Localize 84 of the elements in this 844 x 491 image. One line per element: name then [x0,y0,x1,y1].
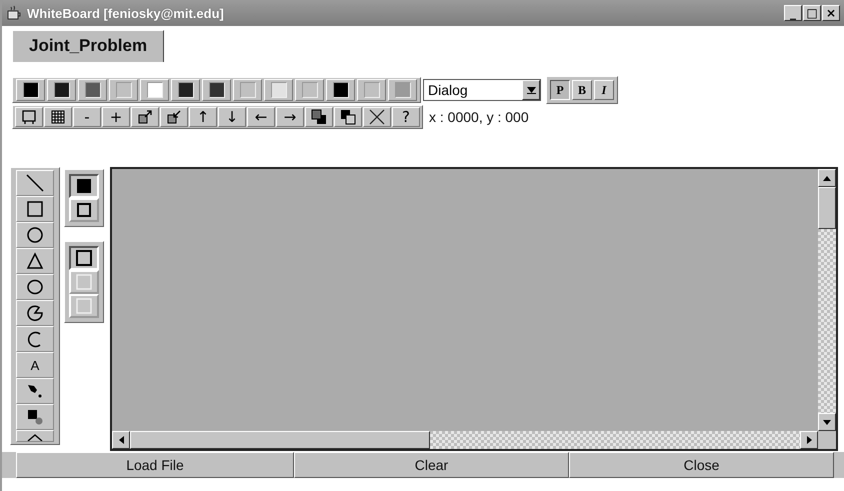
color-swatch[interactable] [78,79,107,101]
toolbar-button[interactable] [305,107,333,127]
square-icon [76,274,92,290]
shape-tool-button[interactable] [16,378,54,404]
color-swatch[interactable] [326,79,355,101]
triangle-icon [26,252,44,270]
close-button[interactable]: × [822,5,840,21]
action-button[interactable]: Load File [16,452,294,478]
filled-square-icon [77,179,91,193]
shape-tool-button[interactable] [16,274,54,300]
toolbar-button[interactable] [44,107,72,127]
font-style-button[interactable]: I [594,80,614,100]
toolbar-button[interactable]: + [102,107,130,127]
toolbar-button[interactable] [131,107,159,127]
toolbar-button[interactable]: → [276,107,304,127]
color-swatch[interactable] [47,79,76,101]
font-style-button[interactable]: B [572,80,592,100]
line-icon [26,174,44,192]
vertical-scrollbar[interactable] [818,169,836,431]
outline-square-icon [77,203,91,217]
tab[interactable]: Joint_Problem [12,30,164,62]
toolbar-button[interactable]: ? [392,107,420,127]
toolbar-button[interactable] [15,107,43,127]
window-title: WhiteBoard [feniosky@mit.edu] [27,6,225,20]
rectangle-icon [26,200,44,218]
line-style-button[interactable] [69,246,99,270]
fill-icon [26,408,44,426]
color-swatch[interactable] [233,79,262,101]
left-arrow-icon [118,436,124,444]
right-arrow-icon [806,436,812,444]
color-swatch[interactable] [109,79,138,101]
send-back-icon [340,109,356,125]
action-button[interactable]: Clear [294,452,569,478]
cup-icon [6,5,22,21]
toolbar-button[interactable] [160,107,188,127]
shape-tool-button[interactable] [16,222,54,248]
color-swatch[interactable] [140,79,169,101]
toolbar-button[interactable] [334,107,362,127]
scrollbar-thumb[interactable] [130,431,430,449]
horizontal-scrollbar[interactable] [112,431,818,449]
font-style-button[interactable]: P [550,80,570,100]
shape-tool-button[interactable] [16,196,54,222]
shape-tool-button[interactable]: A [16,352,54,378]
font-dropdown[interactable]: Dialog [423,79,541,101]
grid-icon [50,109,66,125]
curve-icon [26,433,44,441]
toolbar-button[interactable]: ← [247,107,275,127]
up-arrow-icon [823,176,831,180]
color-swatch[interactable] [16,79,45,101]
shape-tool-button[interactable] [16,300,54,326]
toolbar-button[interactable] [363,107,391,127]
toolbar-button[interactable]: ↓ [218,107,246,127]
maximize-button[interactable]: □ [803,5,821,21]
oval-icon [26,278,44,296]
down-arrow-icon [823,420,831,424]
pen-icon [26,382,44,400]
action-button[interactable]: Close [569,452,834,478]
shape-tool-button[interactable] [16,170,54,196]
shrink-icon [166,109,182,125]
minimize-button[interactable]: _ [784,5,802,21]
square-icon [76,298,92,314]
color-swatch[interactable] [357,79,386,101]
dropdown-arrow-icon [526,86,536,94]
shape-tool-button[interactable] [16,326,54,352]
color-swatch[interactable] [171,79,200,101]
color-swatch[interactable] [264,79,293,101]
color-swatch[interactable] [388,79,417,101]
delete-icon [369,109,385,125]
fill-mode-button[interactable] [69,174,99,198]
shape-tool-button[interactable] [16,248,54,274]
frame-icon [21,109,37,125]
toolbar-button[interactable]: - [73,107,101,127]
color-swatch[interactable] [202,79,231,101]
resize-icon [137,109,153,125]
square-icon [76,250,92,266]
scrollbar-thumb[interactable] [818,187,836,229]
shape-tool-button[interactable] [16,430,54,442]
shape-tool-button[interactable] [16,404,54,430]
circle-icon [26,226,44,244]
pie-icon [26,304,44,322]
bring-front-icon [311,109,327,125]
color-swatch[interactable] [295,79,324,101]
toolbar-button[interactable]: ↑ [189,107,217,127]
coordinates-label: x : 0000, y : 000 [429,109,529,125]
